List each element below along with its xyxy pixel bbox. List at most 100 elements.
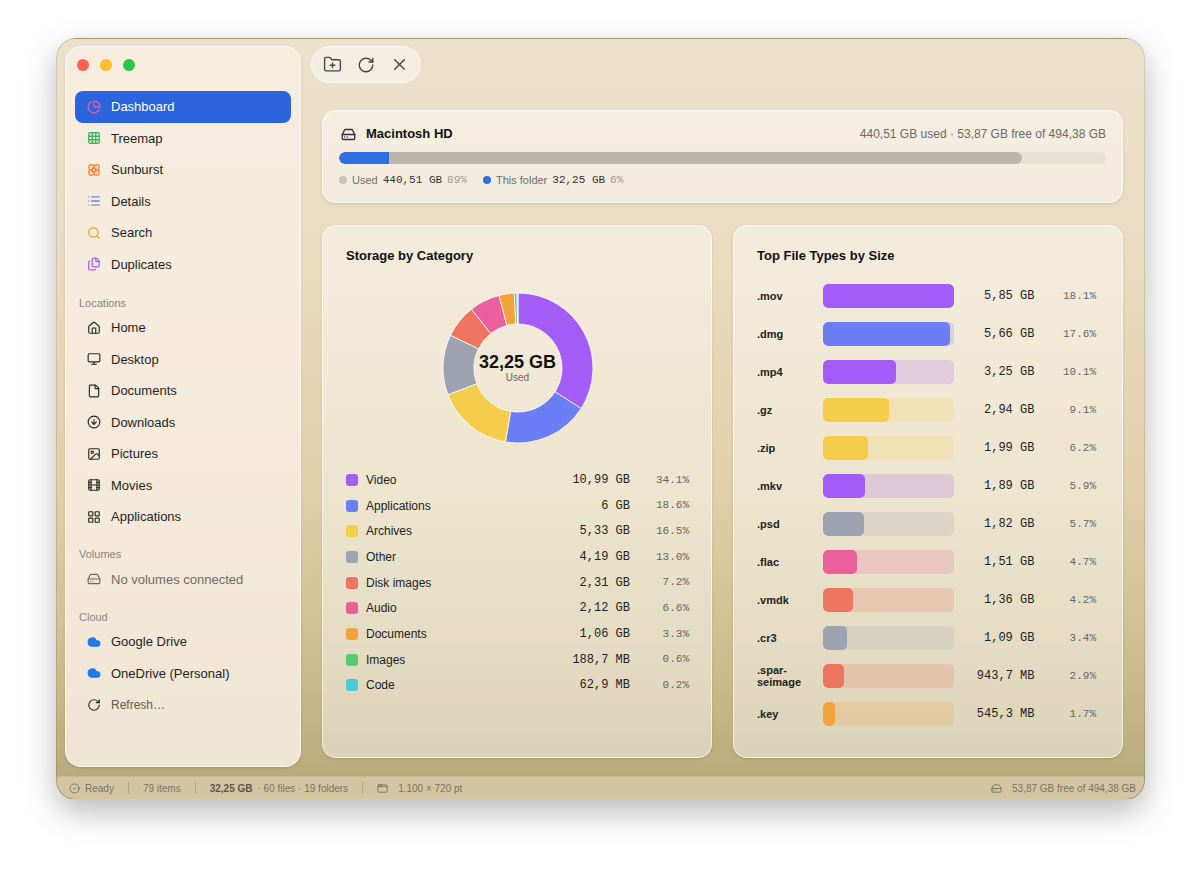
section-header: Locations (75, 294, 291, 312)
sidebar: DashboardTreemap Sunburst DetailsSearchDup… (65, 46, 301, 767)
refresh-icon[interactable] (357, 56, 375, 74)
disk-title: Macintosh HD (339, 124, 453, 144)
file-type-ext: .mp4 (757, 366, 823, 378)
legend-label: This folder (496, 172, 547, 189)
category-size: 1,06 GB (546, 625, 630, 643)
close-icon[interactable] (390, 55, 409, 74)
file-type-row[interactable]: .cr31,09 GB3.4% (757, 619, 1096, 657)
file-type-row[interactable]: .key545,3 MB1.7% (757, 695, 1096, 733)
file-type-fill (823, 474, 865, 498)
sidebar-item[interactable]: Movies (75, 470, 291, 502)
sidebar-item[interactable]: Refresh… (75, 689, 291, 721)
new-folder-icon[interactable] (323, 55, 342, 74)
file-type-row[interactable]: .dmg5,66 GB17.6% (757, 315, 1096, 353)
sidebar-item-label: Sunburst (111, 160, 163, 180)
category-row[interactable]: Disk images2,31 GB7.2% (346, 570, 689, 596)
sidebar-item[interactable]: Pictures (75, 438, 291, 470)
sidebar-item[interactable]: Applications (75, 501, 291, 533)
category-row[interactable]: Other4,19 GB13.0% (346, 544, 689, 570)
file-type-row[interactable]: .vmdk1,36 GB4.2% (757, 581, 1096, 619)
minimize-button[interactable] (100, 59, 112, 71)
donut-segment[interactable] (518, 293, 593, 408)
category-row[interactable]: Video10,99 GB34.1% (346, 467, 689, 493)
status-dimensions: 1.100 × 720 pt (398, 781, 462, 796)
category-row[interactable]: Documents1,06 GB3.3% (346, 621, 689, 647)
category-row[interactable]: Code62,9 MB0.2% (346, 673, 689, 699)
close-button[interactable] (77, 59, 89, 71)
file-type-row[interactable]: .zip1,99 GB6.2% (757, 429, 1096, 467)
file-type-row[interactable]: .spar-seimage943,7 MB2.9% (757, 657, 1096, 695)
file-type-track (823, 550, 954, 574)
window-icon (377, 783, 388, 794)
donut-segment[interactable] (514, 293, 517, 324)
file-types-card: Top File Types by Size.mov5,85 GB18.1%.d… (733, 225, 1123, 758)
file-type-ext: .mov (757, 290, 823, 302)
file-type-size: 1,89 GB (954, 477, 1034, 495)
card-title: Storage by Category (346, 246, 689, 266)
zoom-button[interactable] (123, 59, 135, 71)
file-type-ext: .gz (757, 404, 823, 416)
file-type-percent: 4.2% (1034, 592, 1096, 609)
file-type-percent: 6.2% (1034, 440, 1096, 457)
category-row[interactable]: Audio2,12 GB6.6% (346, 595, 689, 621)
sidebar-item[interactable]: OneDrive (Personal) (75, 658, 291, 690)
sidebar-item[interactable]: Details (75, 186, 291, 218)
file-type-ext: .spar-seimage (757, 664, 823, 688)
sidebar-item[interactable]: Search (75, 217, 291, 249)
file-type-ext: .dmg (757, 328, 823, 340)
category-legend: Video10,99 GB34.1%Applications6 GB18.6%A… (346, 467, 689, 698)
category-swatch (346, 551, 358, 563)
donut-segment[interactable] (516, 293, 518, 324)
file-type-ext: .cr3 (757, 632, 823, 644)
file-type-fill (823, 512, 864, 536)
file-type-row[interactable]: .mov5,85 GB18.1% (757, 277, 1096, 315)
sidebar-item[interactable]: Sunburst (75, 154, 291, 186)
disk-usage-bar (339, 152, 1106, 164)
category-name: Archives (366, 522, 546, 540)
file-type-row[interactable]: .flac1,51 GB4.7% (757, 543, 1096, 581)
sidebar-item[interactable]: Dashboard (75, 91, 291, 123)
category-swatch (346, 628, 358, 640)
sidebar-item[interactable]: Downloads (75, 407, 291, 439)
file-type-fill (823, 588, 853, 612)
category-percent: 3.3% (630, 626, 689, 643)
file-type-row[interactable]: .mp43,25 GB10.1% (757, 353, 1096, 391)
donut-label: Used (506, 372, 529, 384)
cloud-icon (87, 666, 101, 680)
file-type-size: 1,99 GB (954, 439, 1034, 457)
category-row[interactable]: Images188,7 MB0.6% (346, 647, 689, 673)
file-type-row[interactable]: .psd1,82 GB5.7% (757, 505, 1096, 543)
legend-percent: 6% (610, 172, 623, 189)
sidebar-item-label: Google Drive (111, 632, 187, 652)
category-row[interactable]: Applications6 GB18.6% (346, 493, 689, 519)
category-size: 188,7 MB (546, 651, 630, 669)
sidebar-item[interactable]: Home (75, 312, 291, 344)
sidebar-item-label: OneDrive (Personal) (111, 664, 230, 684)
sidebar-item[interactable]: Google Drive (75, 626, 291, 658)
legend-percent: 89% (447, 172, 467, 189)
file-type-track (823, 588, 954, 612)
sidebar-item-label: Home (111, 318, 146, 338)
donut-segment[interactable] (447, 384, 510, 442)
disk-card: Macintosh HD440,51 GB used · 53,87 GB fr… (322, 110, 1123, 203)
sidebar-item[interactable]: Treemap (75, 123, 291, 155)
file-type-row[interactable]: .gz2,94 GB9.1% (757, 391, 1096, 429)
sidebar-item[interactable]: Desktop (75, 344, 291, 376)
used-fill (389, 152, 1022, 164)
file-type-fill (823, 550, 857, 574)
file-type-percent: 5.9% (1034, 478, 1096, 495)
file-type-size: 3,25 GB (954, 363, 1034, 381)
disk-legend: Used440,51 GB89%This folder32,25 GB6% (339, 172, 1106, 188)
sidebar-item[interactable]: Duplicates (75, 249, 291, 281)
file-type-ext: .mkv (757, 480, 823, 492)
file-type-fill (823, 626, 847, 650)
category-swatch (346, 525, 358, 537)
donut-segment[interactable] (505, 392, 581, 443)
donut-segment[interactable] (499, 293, 516, 325)
file-type-row[interactable]: .mkv 1,89 GB5.9% (757, 467, 1096, 505)
grid-icon (87, 131, 101, 145)
category-row[interactable]: Archives5,33 GB16.5% (346, 518, 689, 544)
sidebar-item[interactable]: Documents (75, 375, 291, 407)
file-type-ext: .vmdk (757, 594, 823, 606)
toolbar (311, 46, 421, 83)
